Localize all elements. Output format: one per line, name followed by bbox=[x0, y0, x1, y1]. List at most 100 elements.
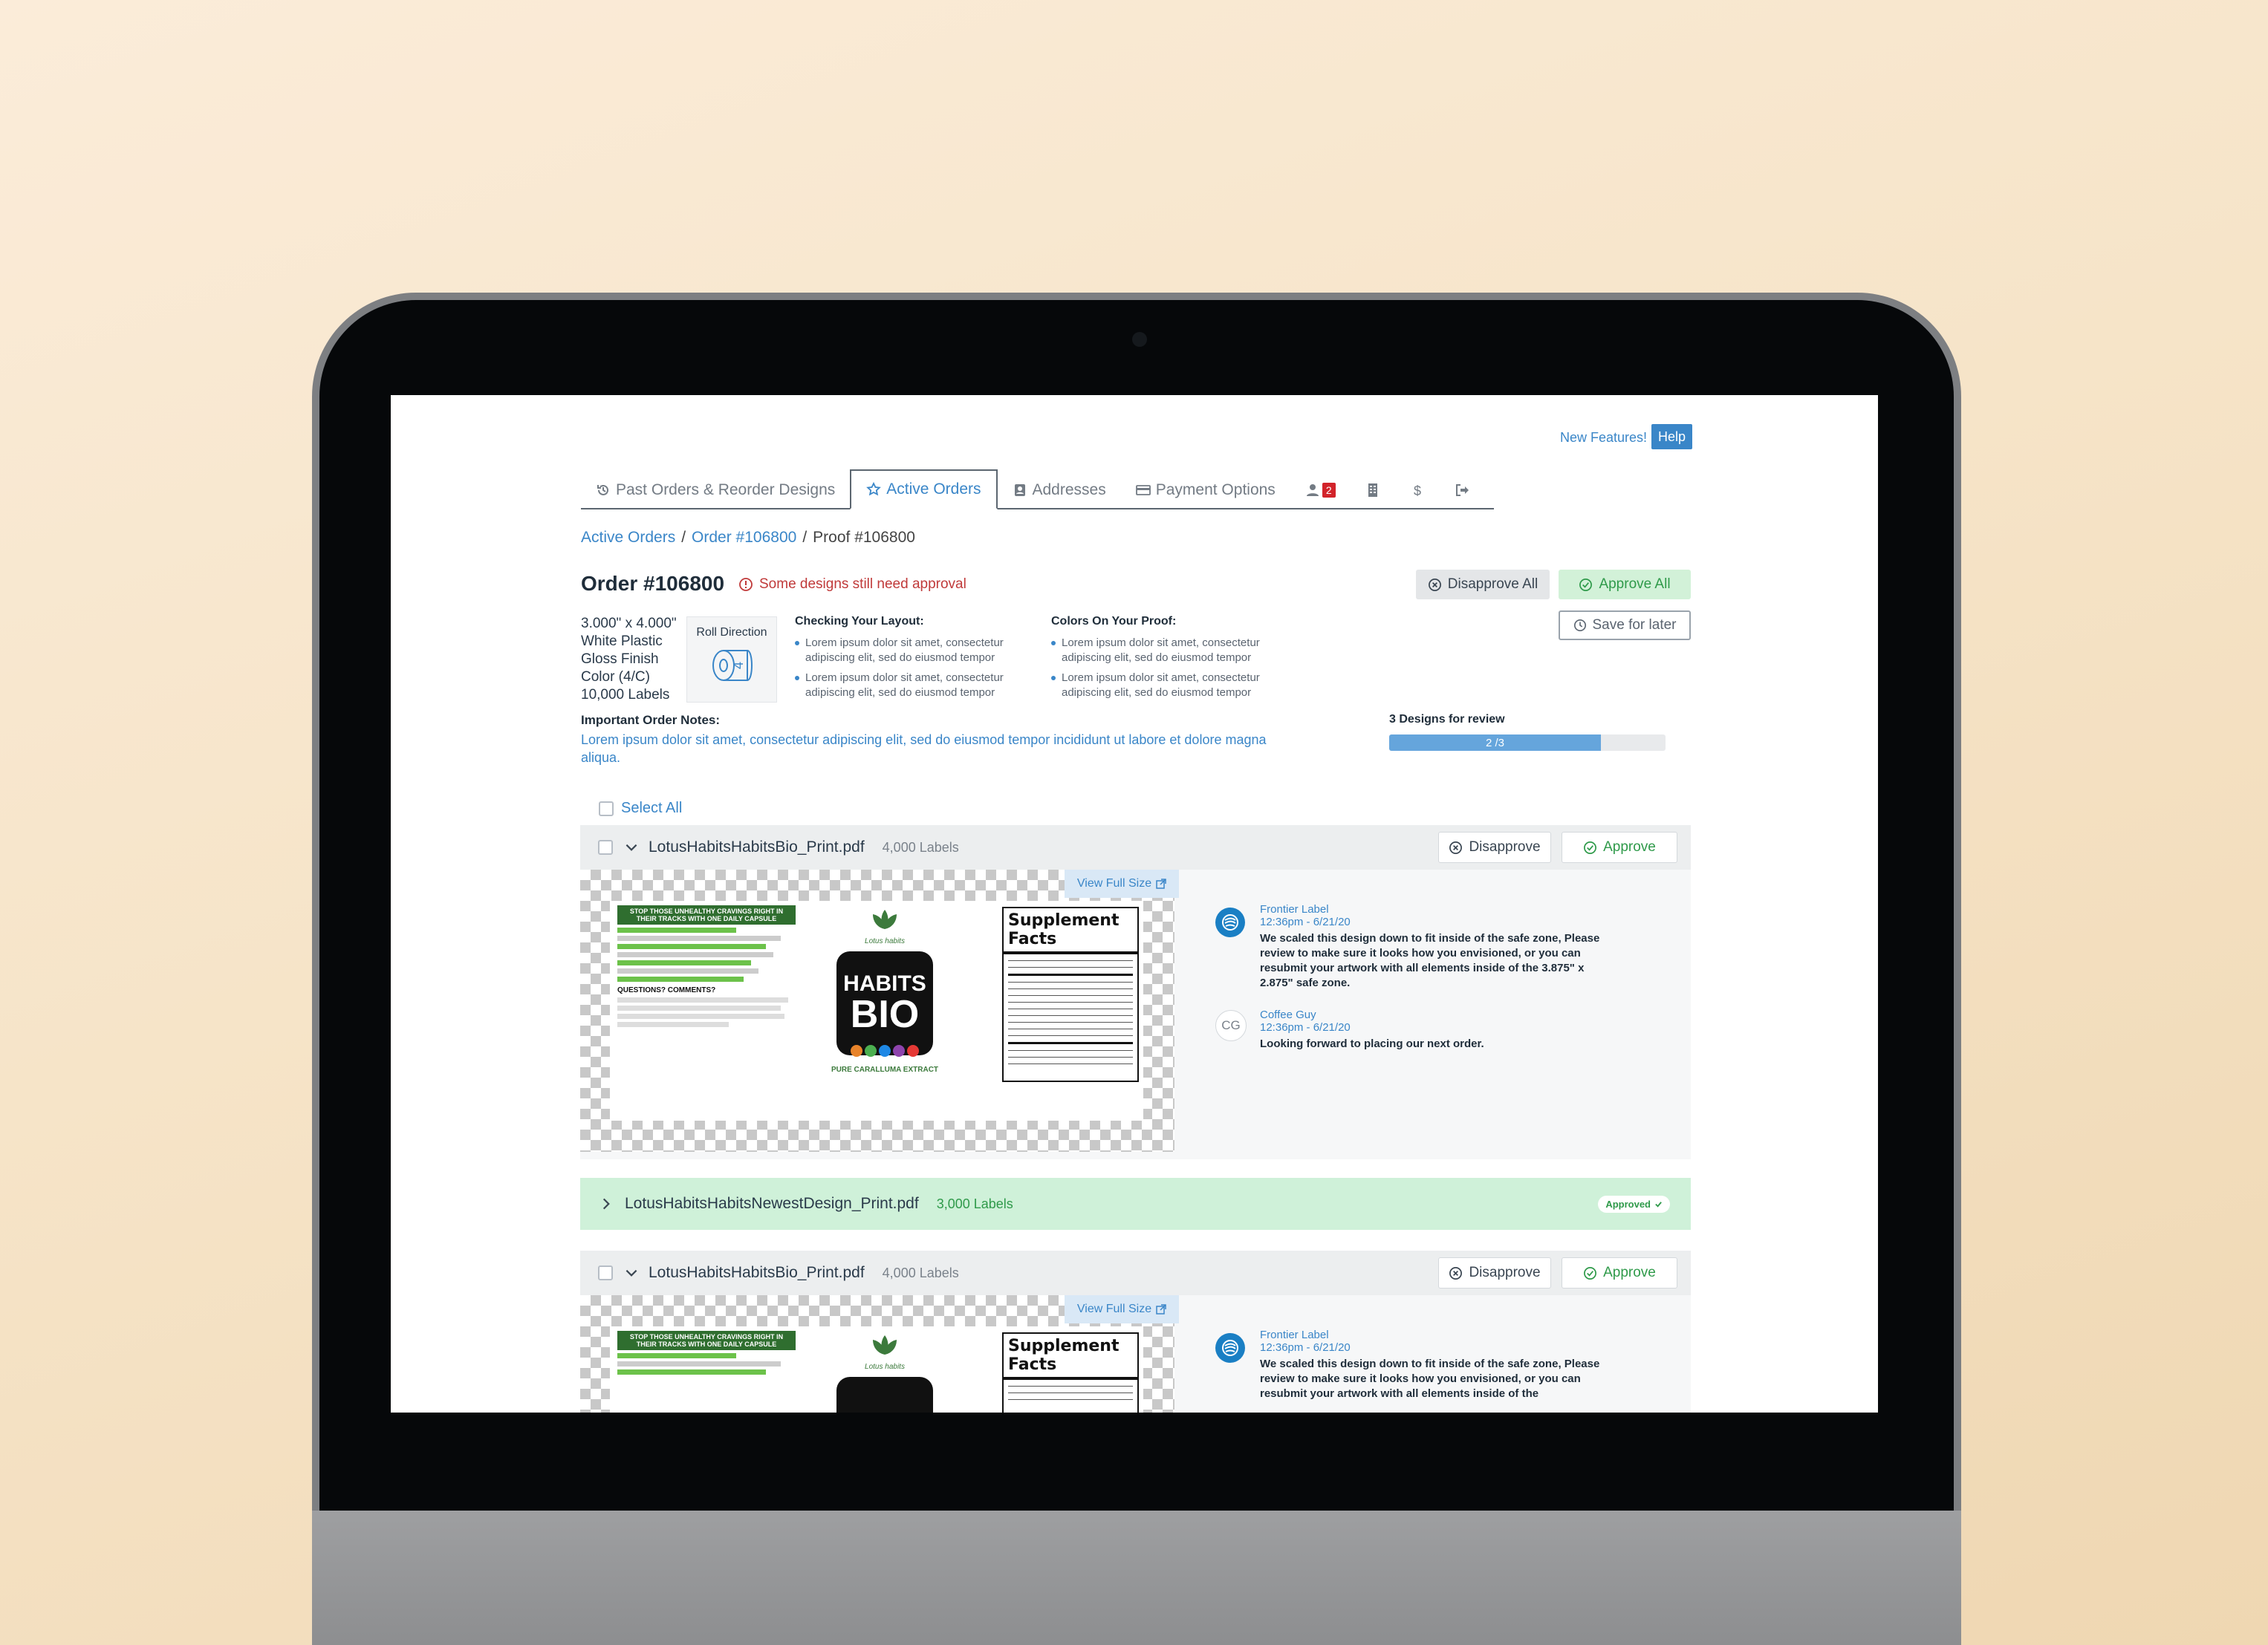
comment-author: Frontier Label bbox=[1260, 903, 1329, 916]
roll-direction-number: 4 bbox=[731, 662, 746, 669]
breadcrumb-separator: / bbox=[802, 529, 808, 546]
users-badge: 2 bbox=[1322, 483, 1336, 498]
review-progress-fill: 2 /3 bbox=[1389, 734, 1601, 751]
review-progress-bar: 2 /3 bbox=[1389, 734, 1666, 751]
proof-preview[interactable]: STOP THOSE UNHEALTHY CRAVINGS RIGHT IN T… bbox=[580, 870, 1179, 1152]
x-circle-icon bbox=[1428, 578, 1441, 591]
lotus-logo-icon bbox=[873, 1335, 897, 1355]
chevron-down-icon[interactable] bbox=[623, 839, 640, 856]
comment-author: Frontier Label bbox=[1260, 1329, 1329, 1341]
approve-all-label: Approve All bbox=[1599, 576, 1671, 592]
layout-hint-item: Lorem ipsum dolor sit amet, consectetur … bbox=[795, 671, 1028, 700]
comment-text: Looking forward to placing our next orde… bbox=[1260, 1038, 1484, 1050]
approve-button[interactable]: Approve bbox=[1562, 832, 1677, 863]
tab-payment-options[interactable]: Payment Options bbox=[1121, 472, 1290, 508]
label-tagline: PURE CARALLUMA EXTRACT bbox=[831, 1066, 939, 1074]
tab-users[interactable]: 2 bbox=[1290, 472, 1351, 508]
breadcrumb-active-orders[interactable]: Active Orders bbox=[581, 529, 675, 547]
save-for-later-button[interactable]: Save for later bbox=[1559, 610, 1691, 640]
approve-label: Approve bbox=[1603, 839, 1656, 855]
tab-label: Active Orders bbox=[886, 481, 981, 498]
screen: New Features! Help Past Orders & Reorder… bbox=[391, 395, 1878, 1413]
breadcrumb-order[interactable]: Order #106800 bbox=[692, 529, 796, 547]
label-logo-script: Lotus habits bbox=[865, 1363, 905, 1371]
tab-company[interactable] bbox=[1351, 472, 1395, 508]
file-body: STOP THOSE UNHEALTHY CRAVINGS RIGHT IN T… bbox=[580, 870, 1691, 1159]
tab-addresses[interactable]: Addresses bbox=[998, 472, 1121, 508]
comment: CG Coffee Guy 12:36pm - 6/21/20 Looking … bbox=[1215, 1009, 1616, 1052]
history-icon bbox=[597, 484, 608, 495]
new-features-link[interactable]: New Features! bbox=[1560, 430, 1647, 446]
view-full-size-label: View Full Size bbox=[1076, 877, 1152, 890]
label-brand-panel: Lotus habits bbox=[825, 1332, 944, 1413]
approve-all-button[interactable]: Approve All bbox=[1559, 570, 1691, 599]
user-avatar: CG bbox=[1215, 1010, 1247, 1041]
file-checkbox[interactable] bbox=[598, 1265, 613, 1280]
layout-hints: Checking Your Layout: Lorem ipsum dolor … bbox=[795, 615, 1028, 706]
disapprove-all-button[interactable]: Disapprove All bbox=[1416, 570, 1550, 599]
view-full-size-button[interactable]: View Full Size bbox=[1065, 870, 1179, 898]
label-left-panel: STOP THOSE UNHEALTHY CRAVINGS RIGHT IN T… bbox=[617, 1331, 796, 1378]
tab-label: Addresses bbox=[1032, 481, 1106, 498]
help-button[interactable]: Help bbox=[1651, 424, 1692, 449]
disapprove-button[interactable]: Disapprove bbox=[1438, 1257, 1551, 1289]
label-headline: STOP THOSE UNHEALTHY CRAVINGS RIGHT IN T… bbox=[617, 1331, 796, 1350]
breadcrumb-proof: Proof #106800 bbox=[813, 529, 915, 546]
save-for-later-label: Save for later bbox=[1592, 617, 1677, 633]
comment: Frontier Label 12:36pm - 6/21/20 We scal… bbox=[1215, 903, 1616, 991]
spec-finish: Gloss Finish bbox=[581, 651, 659, 667]
spec-color: Color (4/C) bbox=[581, 669, 650, 685]
comment: Frontier Label 12:36pm - 6/21/20 We scal… bbox=[1215, 1329, 1616, 1401]
breadcrumb: Active Orders / Order #106800 / Proof #1… bbox=[581, 529, 915, 547]
comment-time: 12:36pm - 6/21/20 bbox=[1260, 1341, 1351, 1354]
view-full-size-label: View Full Size bbox=[1076, 1303, 1152, 1315]
tab-past-orders[interactable]: Past Orders & Reorder Designs bbox=[581, 472, 850, 508]
disapprove-button[interactable]: Disapprove bbox=[1438, 832, 1551, 863]
habits-bio-badge bbox=[836, 1377, 933, 1413]
alert-circle-icon bbox=[739, 578, 753, 591]
file-row-approved[interactable]: LotusHabitsHabitsNewestDesign_Print.pdf … bbox=[580, 1178, 1691, 1230]
file-checkbox[interactable] bbox=[598, 840, 613, 855]
select-all[interactable]: Select All bbox=[599, 800, 682, 817]
main-tabs: Past Orders & Reorder Designs Active Ord… bbox=[581, 469, 1494, 509]
label-left-panel: STOP THOSE UNHEALTHY CRAVINGS RIGHT IN T… bbox=[617, 905, 796, 1030]
check-circle-icon bbox=[1584, 1266, 1597, 1280]
color-hints: Colors On Your Proof: Lorem ipsum dolor … bbox=[1051, 615, 1284, 706]
label-logo-script: Lotus habits bbox=[865, 937, 905, 945]
alert-text: Some designs still need approval bbox=[759, 576, 966, 592]
comment-text: We scaled this design down to fit inside… bbox=[1260, 932, 1600, 989]
chevron-right-icon[interactable] bbox=[598, 1196, 614, 1212]
comment-thread: Frontier Label 12:36pm - 6/21/20 We scal… bbox=[1215, 1329, 1616, 1401]
users-icon bbox=[1306, 484, 1319, 496]
lotus-logo-icon bbox=[873, 910, 897, 929]
file-header: LotusHabitsHabitsBio_Print.pdf 4,000 Lab… bbox=[580, 825, 1691, 870]
approve-button[interactable]: Approve bbox=[1562, 1257, 1677, 1289]
ingredient-dots bbox=[825, 1045, 944, 1057]
approved-label: Approved bbox=[1605, 1198, 1651, 1210]
roll-direction-label: Roll Direction bbox=[696, 626, 767, 639]
view-full-size-button[interactable]: View Full Size bbox=[1065, 1295, 1179, 1323]
chevron-down-icon[interactable] bbox=[623, 1265, 640, 1281]
order-title: Order #106800 bbox=[581, 572, 725, 595]
x-circle-icon bbox=[1449, 1266, 1463, 1280]
breadcrumb-separator: / bbox=[681, 529, 686, 546]
tab-label: Payment Options bbox=[1155, 481, 1276, 498]
credit-card-icon bbox=[1135, 485, 1151, 495]
tab-billing[interactable]: $ bbox=[1395, 472, 1440, 508]
layout-hints-title: Checking Your Layout: bbox=[795, 615, 924, 628]
tab-active-orders[interactable]: Active Orders bbox=[850, 469, 998, 509]
select-all-checkbox[interactable] bbox=[599, 801, 614, 816]
label-artwork: STOP THOSE UNHEALTHY CRAVINGS RIGHT IN T… bbox=[610, 1326, 1143, 1413]
file-label-count: 4,000 Labels bbox=[882, 839, 959, 855]
camera bbox=[1132, 332, 1147, 347]
spec-size: 3.000" x 4.000" bbox=[581, 616, 677, 631]
check-circle-icon bbox=[1584, 841, 1597, 854]
svg-text:$: $ bbox=[1414, 483, 1421, 498]
label-questions: QUESTIONS? COMMENTS? bbox=[617, 986, 716, 994]
proof-preview[interactable]: STOP THOSE UNHEALTHY CRAVINGS RIGHT IN T… bbox=[580, 1295, 1179, 1413]
tab-logout[interactable] bbox=[1440, 472, 1484, 508]
star-icon bbox=[866, 482, 882, 496]
file-name: LotusHabitsHabitsBio_Print.pdf bbox=[649, 838, 865, 856]
external-link-icon bbox=[1156, 879, 1166, 889]
file-name: LotusHabitsHabitsBio_Print.pdf bbox=[649, 1264, 865, 1281]
